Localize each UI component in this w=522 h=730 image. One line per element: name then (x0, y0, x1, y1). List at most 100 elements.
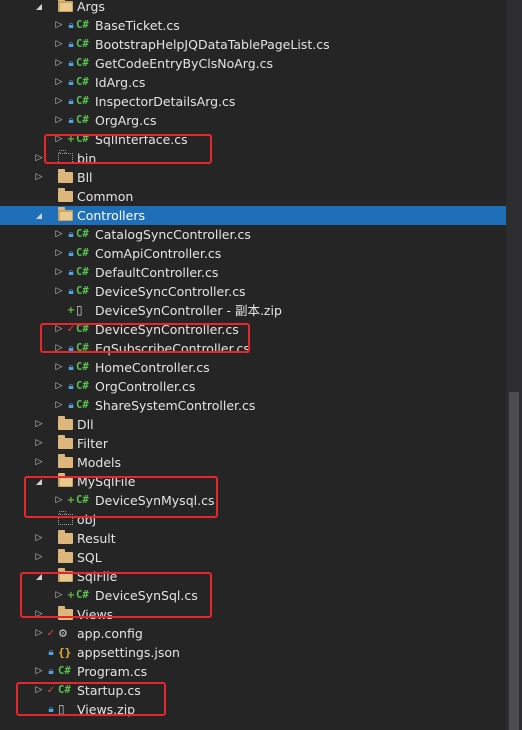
tree-item-eqsubscribecontroller-cs[interactable]: ▷ 🔒︎ C# EqSubscribeController.cs (0, 339, 506, 358)
tree-item-devicesynsql-cs[interactable]: ▷ + C# DeviceSynSql.cs (0, 586, 506, 605)
tree-item-sql[interactable]: ▷ SQL (0, 548, 506, 567)
tree-item-dll[interactable]: ▷ Dll (0, 415, 506, 434)
expand-arrow-icon[interactable]: ▷ (34, 605, 44, 624)
tree-item-devicesyncontroller-cs[interactable]: ▷ ✓ C# DeviceSynController.cs (0, 320, 506, 339)
collapse-arrow-icon[interactable]: ◢ (34, 206, 44, 225)
expand-arrow-icon[interactable]: ▷ (34, 149, 44, 168)
tree-item-common[interactable]: Common (0, 187, 506, 206)
tree-item-sqlinterface-cs[interactable]: ▷ + C# SqlInterface.cs (0, 130, 506, 149)
checked-in-lock-icon: 🔒︎ (68, 267, 74, 278)
tree-item-views-zip[interactable]: 🔒︎ ▯ Views.zip (0, 700, 506, 719)
expand-arrow-icon[interactable]: ▷ (34, 681, 44, 700)
tree-item-bin[interactable]: ▷ bin (0, 149, 506, 168)
tree-item-filter[interactable]: ▷ Filter (0, 434, 506, 453)
expand-arrow-icon[interactable]: ▷ (54, 282, 64, 301)
expand-arrow-icon[interactable]: ▷ (34, 415, 44, 434)
tree-item-baseticket-cs[interactable]: ▷ 🔒︎ C# BaseTicket.cs (0, 16, 506, 35)
csharp-file-icon: C# (76, 494, 89, 506)
expand-arrow-icon[interactable]: ▷ (54, 111, 64, 130)
checked-in-lock-icon: 🔒︎ (48, 666, 54, 677)
tree-item-models[interactable]: ▷ Models (0, 453, 506, 472)
expand-arrow-icon[interactable]: ▷ (54, 225, 64, 244)
tree-item-getcodeentrybyclsnoarg-cs[interactable]: ▷ 🔒︎ C# GetCodeEntryByClsNoArg.cs (0, 54, 506, 73)
vertical-scrollbar[interactable] (506, 0, 522, 730)
tree-item-idarg-cs[interactable]: ▷ 🔒︎ C# IdArg.cs (0, 73, 506, 92)
expand-arrow-icon[interactable]: ▷ (34, 453, 44, 472)
tree-item-bootstraphelpjqdatatablepagelist-cs[interactable]: ▷ 🔒︎ C# BootstrapHelpJQDataTablePageList.cs (0, 35, 506, 54)
expand-arrow-icon[interactable]: ▷ (34, 529, 44, 548)
expand-arrow-icon[interactable]: ▷ (34, 548, 44, 567)
tree-item-label: Models (77, 455, 122, 470)
tree-item-inspectordetailsarg-cs[interactable]: ▷ 🔒︎ C# InspectorDetailsArg.cs (0, 92, 506, 111)
expand-arrow-icon[interactable]: ▷ (54, 130, 64, 149)
expand-arrow-icon[interactable]: ▷ (54, 396, 64, 415)
tree-item-mysqlfile[interactable]: ◢ MySqlFile (0, 472, 506, 491)
csharp-file-icon: C# (58, 684, 71, 696)
folder-open-icon (58, 0, 73, 12)
tree-item-label: Args (77, 0, 105, 14)
tree-item-startup-cs[interactable]: ▷ ✓ C# Startup.cs (0, 681, 506, 700)
expand-arrow-icon[interactable]: ▷ (54, 377, 64, 396)
expand-arrow-icon[interactable]: ▷ (34, 434, 44, 453)
tree-item-label: GetCodeEntryByClsNoArg.cs (95, 56, 273, 71)
tree-item-appsettings-json[interactable]: 🔒︎ {} appsettings.json (0, 643, 506, 662)
tree-item-defaultcontroller-cs[interactable]: ▷ 🔒︎ C# DefaultController.cs (0, 263, 506, 282)
expand-arrow-icon[interactable]: ▷ (34, 662, 44, 681)
expand-arrow-icon[interactable]: ▷ (54, 16, 64, 35)
tree-item-args[interactable]: ◢ Args (0, 0, 506, 16)
expand-arrow-icon[interactable]: ▷ (54, 358, 64, 377)
expand-arrow-icon[interactable]: ▷ (54, 339, 64, 358)
scrollbar-thumb[interactable] (509, 392, 519, 730)
checked-in-lock-icon: 🔒︎ (68, 39, 74, 50)
tree-item-result[interactable]: ▷ Result (0, 529, 506, 548)
tree-item-homecontroller-cs[interactable]: ▷ 🔒︎ C# HomeController.cs (0, 358, 506, 377)
tree-item-label: Views.zip (77, 702, 136, 717)
tree-item-label: OrgArg.cs (95, 113, 157, 128)
checked-in-lock-icon: 🔒︎ (68, 286, 74, 297)
expand-arrow-icon[interactable]: ▷ (54, 586, 64, 605)
folder-open-icon (58, 568, 73, 582)
folder-icon (58, 416, 73, 430)
tree-item-bll[interactable]: ▷ Bll (0, 168, 506, 187)
folder-icon (58, 606, 73, 620)
pending-add-icon: + (66, 495, 76, 506)
tree-item-label: obj (77, 512, 97, 527)
expand-arrow-icon[interactable]: ▷ (54, 491, 64, 510)
expand-arrow-icon[interactable]: ▷ (54, 92, 64, 111)
collapse-arrow-icon[interactable]: ◢ (34, 567, 44, 586)
expand-arrow-icon[interactable]: ▷ (54, 54, 64, 73)
collapse-arrow-icon[interactable]: ◢ (34, 472, 44, 491)
tree-item-label: Startup.cs (77, 683, 141, 698)
checked-in-lock-icon: 🔒︎ (68, 58, 74, 69)
tree-item-controllers[interactable]: ◢ Controllers (0, 206, 506, 225)
tree-item-devicesynccontroller-cs[interactable]: ▷ 🔒︎ C# DeviceSyncController.cs (0, 282, 506, 301)
tree-item-sqlfile[interactable]: ◢ SqlFile (0, 567, 506, 586)
pending-edit-check-icon: ✓ (46, 628, 56, 639)
expand-arrow-icon[interactable]: ▷ (54, 244, 64, 263)
expand-arrow-icon[interactable]: ▷ (54, 73, 64, 92)
checked-in-lock-icon: 🔒︎ (68, 115, 74, 126)
tree-item-devicesynmysql-cs[interactable]: ▷ + C# DeviceSynMysql.cs (0, 491, 506, 510)
tree-item-comapicontroller-cs[interactable]: ▷ 🔒︎ C# ComApiController.cs (0, 244, 506, 263)
tree-item-orgarg-cs[interactable]: ▷ 🔒︎ C# OrgArg.cs (0, 111, 506, 130)
tree-item-orgcontroller-cs[interactable]: ▷ 🔒︎ C# OrgController.cs (0, 377, 506, 396)
expand-arrow-icon[interactable]: ▷ (34, 168, 44, 187)
tree-item-program-cs[interactable]: ▷ 🔒︎ C# Program.cs (0, 662, 506, 681)
expand-arrow-icon[interactable]: ▷ (34, 624, 44, 643)
expand-arrow-icon[interactable]: ▷ (54, 263, 64, 282)
expand-arrow-icon[interactable]: ▷ (54, 35, 64, 54)
csharp-file-icon: C# (76, 266, 89, 278)
tree-item-sharesystemcontroller-cs[interactable]: ▷ 🔒︎ C# ShareSystemController.cs (0, 396, 506, 415)
tree-item-label: Common (77, 189, 134, 204)
tree-item-devicesyncontroller-zip[interactable]: + ▯ DeviceSynController - 副本.zip (0, 301, 506, 320)
config-file-icon: ⚙ (58, 627, 68, 640)
tree-item-obj[interactable]: obj (0, 510, 506, 529)
tree-item-catalogsynccontroller-cs[interactable]: ▷ 🔒︎ C# CatalogSyncController.cs (0, 225, 506, 244)
tree-item-app-config[interactable]: ▷ ✓ ⚙ app.config (0, 624, 506, 643)
tree-item-views[interactable]: ▷ Views (0, 605, 506, 624)
collapse-arrow-icon[interactable]: ◢ (34, 0, 44, 16)
folder-icon (58, 454, 73, 468)
folder-icon (58, 169, 73, 183)
expand-arrow-icon[interactable]: ▷ (54, 320, 64, 339)
pending-edit-check-icon: ✓ (46, 685, 56, 696)
